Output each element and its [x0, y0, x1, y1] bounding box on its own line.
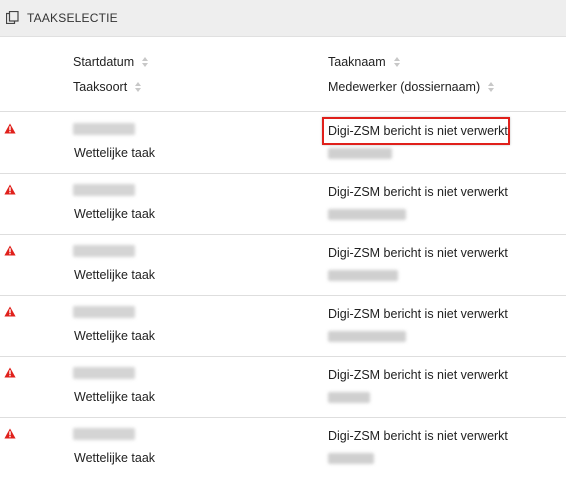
taaksoort-cell: Wettelijke taak: [74, 329, 156, 343]
medewerker-redacted: [328, 148, 392, 159]
warning-icon[interactable]: [4, 367, 16, 378]
taaknaam-cell[interactable]: Digi-ZSM bericht is niet verwerkt: [328, 429, 508, 443]
column-header-taaknaam[interactable]: Taaknaam: [328, 55, 401, 69]
copy-icon: [6, 11, 19, 24]
sort-icon[interactable]: [488, 82, 495, 92]
column-header-label: Taaknaam: [328, 55, 386, 69]
warning-icon[interactable]: [4, 306, 16, 317]
panel-title: TAAKSELECTIE: [27, 11, 118, 25]
warning-icon[interactable]: [4, 123, 16, 134]
column-header-label: Medewerker (dossiernaam): [328, 80, 481, 94]
taaknaam-cell[interactable]: Digi-ZSM bericht is niet verwerkt: [328, 124, 508, 138]
medewerker-redacted: [328, 453, 374, 464]
taaknaam-cell[interactable]: Digi-ZSM bericht is niet verwerkt: [328, 368, 508, 382]
warning-icon[interactable]: [4, 184, 16, 195]
table-row[interactable]: Wettelijke taak Digi-ZSM bericht is niet…: [0, 234, 566, 295]
warning-icon[interactable]: [4, 428, 16, 439]
medewerker-redacted: [328, 392, 370, 403]
table-row[interactable]: Wettelijke taak Digi-ZSM bericht is niet…: [0, 173, 566, 234]
sort-icon[interactable]: [393, 57, 401, 67]
column-header-startdatum[interactable]: Startdatum: [73, 55, 149, 69]
column-header-label: Taaksoort: [73, 80, 128, 94]
medewerker-redacted: [328, 270, 398, 281]
taaksoort-cell: Wettelijke taak: [74, 146, 156, 160]
sort-icon[interactable]: [135, 82, 142, 92]
startdatum-redacted: [73, 184, 135, 196]
startdatum-redacted: [73, 367, 135, 379]
table-row[interactable]: Wettelijke taak Digi-ZSM bericht is niet…: [0, 356, 566, 417]
taaksoort-cell: Wettelijke taak: [74, 207, 156, 221]
taaksoort-cell: Wettelijke taak: [74, 390, 156, 404]
table-row[interactable]: Wettelijke taak Digi-ZSM bericht is niet…: [0, 112, 566, 173]
startdatum-redacted: [73, 306, 135, 318]
taaksoort-cell: Wettelijke taak: [74, 268, 156, 282]
warning-icon[interactable]: [4, 245, 16, 256]
startdatum-redacted: [73, 428, 135, 440]
taaknaam-cell[interactable]: Digi-ZSM bericht is niet verwerkt: [328, 185, 508, 199]
medewerker-redacted: [328, 331, 406, 342]
table-row[interactable]: Wettelijke taak Digi-ZSM bericht is niet…: [0, 417, 566, 478]
column-header-medewerker[interactable]: Medewerker (dossiernaam): [328, 80, 495, 94]
sort-icon[interactable]: [142, 57, 149, 67]
table-row[interactable]: Wettelijke taak Digi-ZSM bericht is niet…: [0, 295, 566, 356]
taaknaam-cell[interactable]: Digi-ZSM bericht is niet verwerkt: [328, 307, 508, 321]
taaknaam-cell[interactable]: Digi-ZSM bericht is niet verwerkt: [328, 246, 508, 260]
column-header-taaksoort[interactable]: Taaksoort: [73, 80, 142, 94]
medewerker-redacted: [328, 209, 406, 220]
panel-header: TAAKSELECTIE: [0, 0, 566, 37]
startdatum-redacted: [73, 245, 135, 257]
startdatum-redacted: [73, 123, 135, 135]
taaksoort-cell: Wettelijke taak: [74, 451, 156, 465]
column-header-label: Startdatum: [73, 55, 135, 69]
